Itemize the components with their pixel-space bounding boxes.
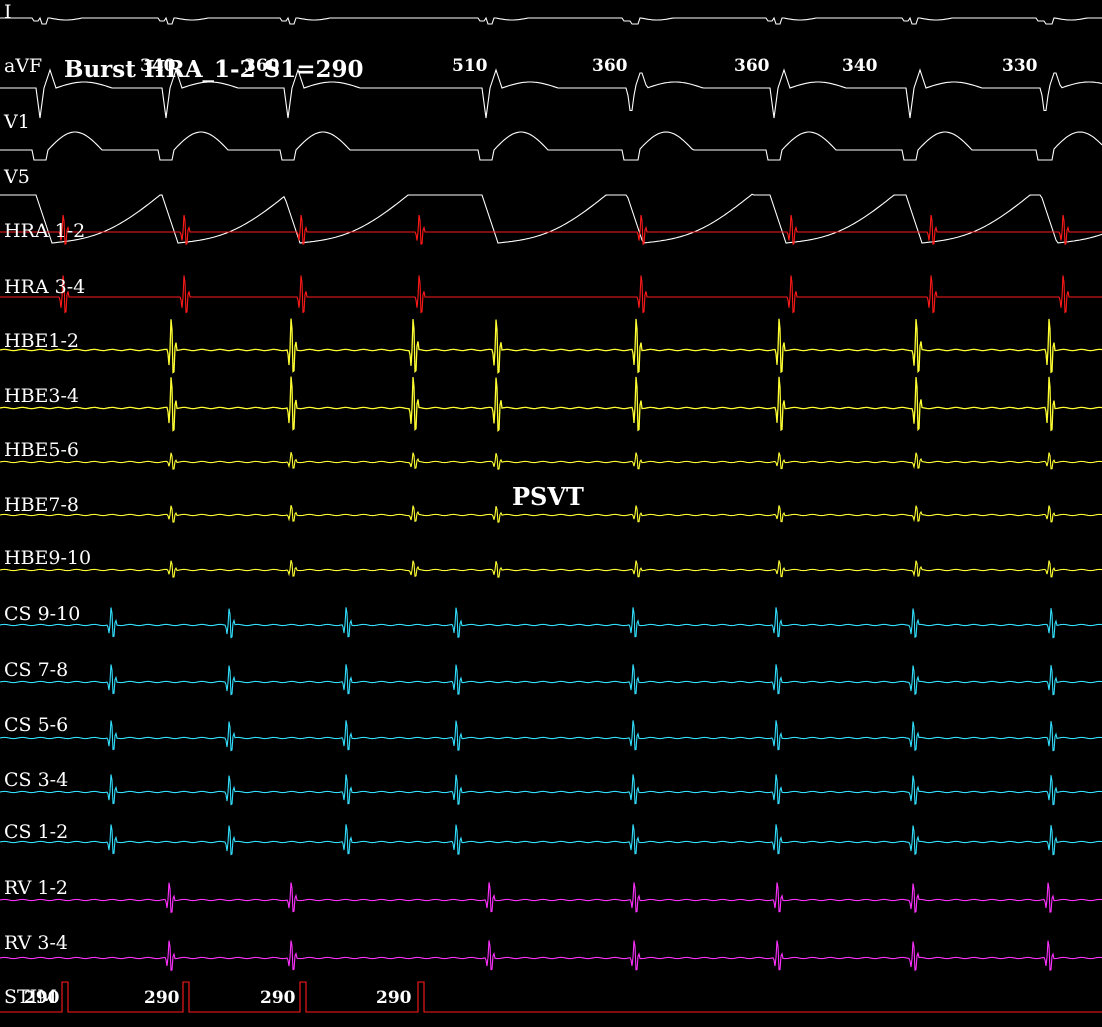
qrs-interval-label: 330: [1002, 56, 1038, 76]
trace-i: [0, 16, 1102, 25]
stim-interval-label: 290: [144, 988, 180, 1008]
qrs-interval-label: 360: [592, 56, 628, 76]
trace-v1: [0, 131, 1102, 161]
channel-label-hbe5-6: HBE5-6: [4, 439, 79, 461]
trace-cs-9-10: [0, 607, 1102, 639]
trace-hbe9-10: [0, 560, 1102, 578]
channel-label-cs-5-6: CS 5-6: [4, 714, 69, 736]
stim-interval-label: 290: [24, 988, 60, 1008]
channel-label-avf: aVF: [4, 55, 43, 77]
trace-hbe3-4: [0, 376, 1102, 432]
channel-label-cs-3-4: CS 3-4: [4, 769, 69, 791]
stim-interval-label: 290: [260, 988, 296, 1008]
channel-label-rv-3-4: RV 3-4: [4, 932, 68, 954]
trace-hbe5-6: [0, 452, 1102, 470]
trace-rv-1-2: [0, 882, 1102, 914]
qrs-interval-label: 360: [734, 56, 770, 76]
channel-label-cs-7-8: CS 7-8: [4, 659, 69, 681]
trace-cs-7-8: [0, 664, 1102, 696]
trace-hra-3-4: [0, 275, 1102, 314]
stim-interval-label: 290: [376, 988, 412, 1008]
channel-label-hra-1-2: HRA 1-2: [4, 220, 86, 242]
channel-label-hbe7-8: HBE7-8: [4, 494, 79, 516]
rhythm-annotation: PSVT: [512, 482, 584, 511]
channel-label-i: I: [4, 1, 12, 23]
qrs-interval-label: 510: [452, 56, 488, 76]
channel-label-v5: V5: [4, 166, 30, 188]
trace-v5: [0, 193, 1102, 244]
channel-label-cs-1-2: CS 1-2: [4, 821, 69, 843]
electrogram-traces: [0, 16, 1102, 1013]
channel-label-hbe1-2: HBE1-2: [4, 330, 79, 352]
channel-label-cs-9-10: CS 9-10: [4, 603, 81, 625]
channel-label-hbe9-10: HBE9-10: [4, 547, 92, 569]
channel-label-hbe3-4: HBE3-4: [4, 385, 79, 407]
electrogram-chart: IaVF V1 V5 HRA 1-2 HRA 3-4 HBE1-2 HBE3-4 HBE5-6…: [0, 0, 1102, 1027]
trace-cs-3-4: [0, 774, 1102, 806]
channel-label-hra-3-4: HRA 3-4: [4, 276, 86, 298]
trace-hbe1-2: [0, 318, 1102, 374]
chart-title: Burst HRA_1-2 S1=290: [64, 56, 364, 83]
trace-hra-1-2: [0, 214, 1102, 245]
trace-cs-1-2: [0, 824, 1102, 856]
qrs-interval-label: 340: [842, 56, 878, 76]
channel-label-v1: V1: [4, 111, 30, 133]
channel-label-rv-1-2: RV 1-2: [4, 877, 68, 899]
trace-cs-5-6: [0, 720, 1102, 752]
trace-rv-3-4: [0, 940, 1102, 972]
